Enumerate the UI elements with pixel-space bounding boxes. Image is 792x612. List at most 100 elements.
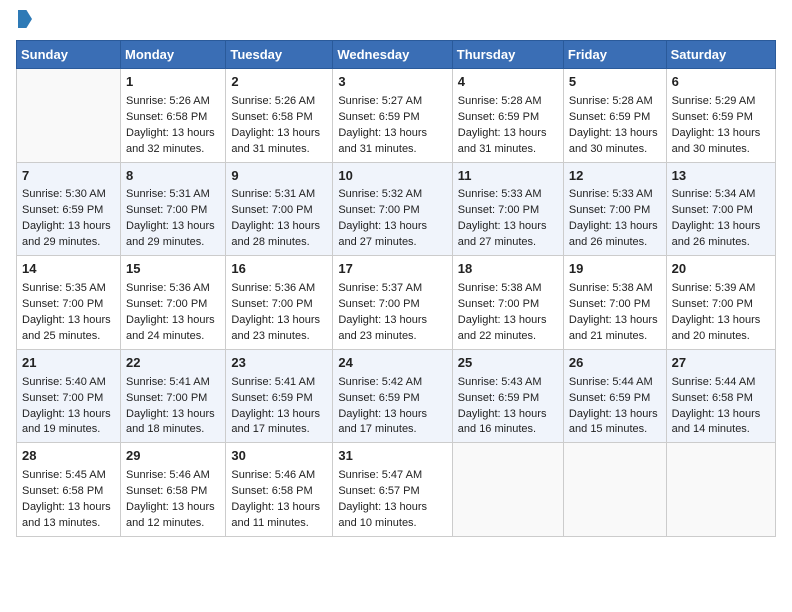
sunrise-time: Sunrise: 5:36 AM	[231, 281, 327, 297]
daylight-hours: Daylight: 13 hours and 10 minutes.	[338, 500, 446, 532]
sunrise-time: Sunrise: 5:39 AM	[672, 281, 770, 297]
calendar-cell: 3Sunrise: 5:27 AMSunset: 6:59 PMDaylight…	[333, 69, 452, 163]
daylight-hours: Daylight: 13 hours and 15 minutes.	[569, 407, 661, 439]
sunset-time: Sunset: 6:59 PM	[672, 110, 770, 126]
calendar-cell	[452, 443, 563, 537]
day-number: 16	[231, 260, 327, 279]
calendar-cell: 9Sunrise: 5:31 AMSunset: 7:00 PMDaylight…	[226, 162, 333, 256]
day-number: 23	[231, 354, 327, 373]
sunrise-time: Sunrise: 5:33 AM	[458, 187, 558, 203]
header-sunday: Sunday	[17, 41, 121, 69]
sunset-time: Sunset: 7:00 PM	[672, 203, 770, 219]
sunset-time: Sunset: 7:00 PM	[126, 391, 220, 407]
daylight-hours: Daylight: 13 hours and 31 minutes.	[338, 126, 446, 158]
daylight-hours: Daylight: 13 hours and 16 minutes.	[458, 407, 558, 439]
header-saturday: Saturday	[666, 41, 775, 69]
sunrise-time: Sunrise: 5:35 AM	[22, 281, 115, 297]
sunrise-time: Sunrise: 5:44 AM	[569, 375, 661, 391]
sunrise-time: Sunrise: 5:38 AM	[569, 281, 661, 297]
day-number: 2	[231, 73, 327, 92]
sunset-time: Sunset: 7:00 PM	[231, 297, 327, 313]
sunset-time: Sunset: 6:58 PM	[672, 391, 770, 407]
calendar-cell: 16Sunrise: 5:36 AMSunset: 7:00 PMDayligh…	[226, 256, 333, 350]
calendar-cell: 6 Sunrise: 5:29 AMSunset: 6:59 PMDaylight…	[666, 69, 775, 163]
calendar-cell: 8Sunrise: 5:31 AMSunset: 7:00 PMDaylight…	[121, 162, 226, 256]
sunset-time: Sunset: 6:58 PM	[126, 484, 220, 500]
calendar-cell: 18Sunrise: 5:38 AMSunset: 7:00 PMDayligh…	[452, 256, 563, 350]
logo	[16, 16, 32, 28]
sunrise-time: Sunrise: 5:41 AM	[231, 375, 327, 391]
sunset-time: Sunset: 6:59 PM	[458, 110, 558, 126]
daylight-hours: Daylight: 13 hours and 31 minutes.	[458, 126, 558, 158]
header-tuesday: Tuesday	[226, 41, 333, 69]
sunset-time: Sunset: 6:59 PM	[22, 203, 115, 219]
calendar-cell: 20Sunrise: 5:39 AMSunset: 7:00 PMDayligh…	[666, 256, 775, 350]
calendar-cell: 30Sunrise: 5:46 AMSunset: 6:58 PMDayligh…	[226, 443, 333, 537]
sunset-time: Sunset: 6:57 PM	[338, 484, 446, 500]
sunrise-time: Sunrise: 5:45 AM	[22, 468, 115, 484]
daylight-hours: Daylight: 13 hours and 30 minutes.	[569, 126, 661, 158]
daylight-hours: Daylight: 13 hours and 32 minutes.	[126, 126, 220, 158]
sunrise-time: Sunrise: 5:40 AM	[22, 375, 115, 391]
sunrise-time: Sunrise: 5:33 AM	[569, 187, 661, 203]
sunset-time: Sunset: 6:59 PM	[569, 110, 661, 126]
calendar-cell: 24Sunrise: 5:42 AMSunset: 6:59 PMDayligh…	[333, 349, 452, 443]
day-number: 11	[458, 167, 558, 186]
sunset-time: Sunset: 7:00 PM	[569, 297, 661, 313]
day-number: 4	[458, 73, 558, 92]
sunrise-time: Sunrise: 5:36 AM	[126, 281, 220, 297]
sunrise-time: Sunrise: 5:47 AM	[338, 468, 446, 484]
day-number: 26	[569, 354, 661, 373]
day-number: 29	[126, 447, 220, 466]
day-number: 31	[338, 447, 446, 466]
calendar-cell: 31 Sunrise: 5:47 AMSunset: 6:57 PMDayligh…	[333, 443, 452, 537]
sunset-time: Sunset: 7:00 PM	[126, 297, 220, 313]
calendar-cell: 11Sunrise: 5:33 AMSunset: 7:00 PMDayligh…	[452, 162, 563, 256]
day-number: 18	[458, 260, 558, 279]
sunset-time: Sunset: 6:58 PM	[231, 484, 327, 500]
daylight-hours: Daylight: 13 hours and 26 minutes.	[569, 219, 661, 251]
daylight-hours: Daylight: 13 hours and 26 minutes.	[672, 219, 770, 251]
sunset-time: Sunset: 6:59 PM	[338, 391, 446, 407]
calendar-cell: 5Sunrise: 5:28 AMSunset: 6:59 PMDaylight…	[563, 69, 666, 163]
day-number: 27	[672, 354, 770, 373]
day-number: 10	[338, 167, 446, 186]
sunset-time: Sunset: 6:59 PM	[338, 110, 446, 126]
daylight-hours: Daylight: 13 hours and 30 minutes.	[672, 126, 770, 158]
page-header	[16, 16, 776, 28]
day-number: 25	[458, 354, 558, 373]
header-monday: Monday	[121, 41, 226, 69]
sunrise-time: Sunrise: 5:29 AM	[672, 94, 770, 110]
calendar-cell	[563, 443, 666, 537]
sunset-time: Sunset: 7:00 PM	[672, 297, 770, 313]
day-number: 30	[231, 447, 327, 466]
sunrise-time: Sunrise: 5:46 AM	[126, 468, 220, 484]
sunset-time: Sunset: 7:00 PM	[22, 391, 115, 407]
calendar-cell: 25Sunrise: 5:43 AMSunset: 6:59 PMDayligh…	[452, 349, 563, 443]
day-number: 22	[126, 354, 220, 373]
daylight-hours: Daylight: 13 hours and 20 minutes.	[672, 313, 770, 345]
sunrise-time: Sunrise: 5:34 AM	[672, 187, 770, 203]
calendar-cell	[666, 443, 775, 537]
sunset-time: Sunset: 7:00 PM	[338, 297, 446, 313]
daylight-hours: Daylight: 13 hours and 14 minutes.	[672, 407, 770, 439]
day-number: 6	[672, 73, 770, 92]
daylight-hours: Daylight: 13 hours and 21 minutes.	[569, 313, 661, 345]
sunset-time: Sunset: 7:00 PM	[458, 297, 558, 313]
calendar-cell: 28Sunrise: 5:45 AMSunset: 6:58 PMDayligh…	[17, 443, 121, 537]
daylight-hours: Daylight: 13 hours and 11 minutes.	[231, 500, 327, 532]
week-row-4: 21Sunrise: 5:40 AMSunset: 7:00 PMDayligh…	[17, 349, 776, 443]
day-number: 14	[22, 260, 115, 279]
daylight-hours: Daylight: 13 hours and 27 minutes.	[458, 219, 558, 251]
calendar-cell: 19Sunrise: 5:38 AMSunset: 7:00 PMDayligh…	[563, 256, 666, 350]
calendar-cell: 13Sunrise: 5:34 AMSunset: 7:00 PMDayligh…	[666, 162, 775, 256]
calendar-header: SundayMondayTuesdayWednesdayThursdayFrid…	[17, 41, 776, 69]
sunrise-time: Sunrise: 5:38 AM	[458, 281, 558, 297]
day-number: 17	[338, 260, 446, 279]
daylight-hours: Daylight: 13 hours and 27 minutes.	[338, 219, 446, 251]
sunrise-time: Sunrise: 5:26 AM	[231, 94, 327, 110]
calendar-cell: 14Sunrise: 5:35 AMSunset: 7:00 PMDayligh…	[17, 256, 121, 350]
calendar-cell: 21Sunrise: 5:40 AMSunset: 7:00 PMDayligh…	[17, 349, 121, 443]
sunset-time: Sunset: 6:58 PM	[231, 110, 327, 126]
calendar-cell: 7Sunrise: 5:30 AMSunset: 6:59 PMDaylight…	[17, 162, 121, 256]
